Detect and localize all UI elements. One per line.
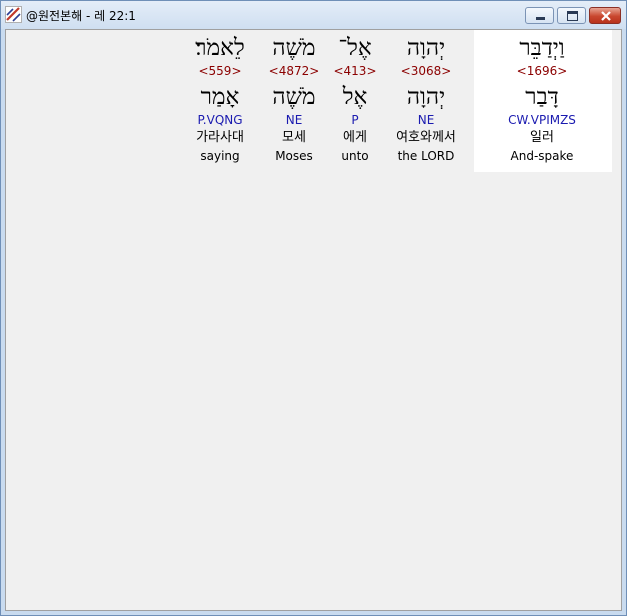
maximize-icon	[567, 11, 578, 21]
interlinear-view[interactable]: לֵאמֹר׃ <559> אָמַר P.VQNG 가라사대 saying מ…	[5, 29, 622, 611]
minimize-button[interactable]	[525, 7, 554, 24]
english-gloss: saying	[200, 149, 240, 163]
application-window: @원전본해 - 레 22:1 לֵאמֹר׃ <559> אָמַר P.VQN…	[0, 0, 627, 616]
hebrew-lemma: אָמַר	[200, 84, 240, 110]
morphology-code: P	[351, 113, 359, 127]
morphology-code: NE	[285, 113, 303, 127]
morphology-code: NE	[417, 113, 435, 127]
korean-gloss: 일러	[530, 130, 554, 145]
word-column-3[interactable]: אֶל־ <413> אֶל P 에게 unto	[332, 30, 378, 172]
maximize-button[interactable]	[557, 7, 586, 24]
english-gloss: unto	[341, 149, 369, 163]
hebrew-lemma: אֶל	[342, 84, 368, 110]
word-column-4[interactable]: יְהוָה <3068> יְהוָה NE 여호와께서 the LORD	[386, 30, 466, 172]
hebrew-lemma: יְהוָה	[406, 84, 446, 110]
morphology-code: CW.VPIMZS	[508, 113, 576, 127]
hebrew-lemma: דָּבַר	[525, 84, 559, 110]
title-bar[interactable]: @원전본해 - 레 22:1	[1, 1, 626, 29]
strong-number[interactable]: <413>	[332, 64, 378, 78]
close-icon	[601, 11, 611, 21]
word-column-1[interactable]: לֵאמֹר׃ <559> אָמַר P.VQNG 가라사대 saying	[186, 30, 254, 172]
korean-gloss: 여호와께서	[396, 130, 456, 145]
hebrew-word: יְהוָה	[406, 35, 446, 61]
korean-gloss: 모세	[282, 130, 306, 145]
morphology-code: P.VQNG	[197, 113, 243, 127]
strong-number[interactable]: <559>	[186, 64, 254, 78]
word-column-2[interactable]: מֹשֶׁה <4872> מֹשֶׁה NE 모세 Moses	[266, 30, 322, 172]
window-title: @원전본해 - 레 22:1	[26, 9, 136, 23]
close-button[interactable]	[589, 7, 621, 24]
hebrew-word: לֵאמֹר׃	[195, 35, 245, 61]
english-gloss: Moses	[275, 149, 313, 163]
hebrew-lemma: מֹשֶׁה	[272, 84, 316, 110]
hebrew-word: אֶל־	[338, 35, 372, 61]
word-column-5[interactable]: וַיְדַבֵּר <1696> דָּבַר CW.VPIMZS 일러 An…	[482, 30, 602, 172]
strong-number[interactable]: <4872>	[266, 64, 322, 78]
strong-number[interactable]: <3068>	[386, 64, 466, 78]
english-gloss: the LORD	[397, 149, 455, 163]
korean-gloss: 가라사대	[196, 130, 244, 145]
minimize-icon	[536, 17, 545, 20]
hebrew-word: מֹשֶׁה	[272, 35, 316, 61]
app-logo-icon	[5, 6, 22, 23]
korean-gloss: 에게	[343, 130, 367, 145]
english-gloss: And-spake	[510, 149, 574, 163]
hebrew-word: וַיְדַבֵּר	[519, 35, 565, 61]
strong-number[interactable]: <1696>	[482, 64, 602, 78]
